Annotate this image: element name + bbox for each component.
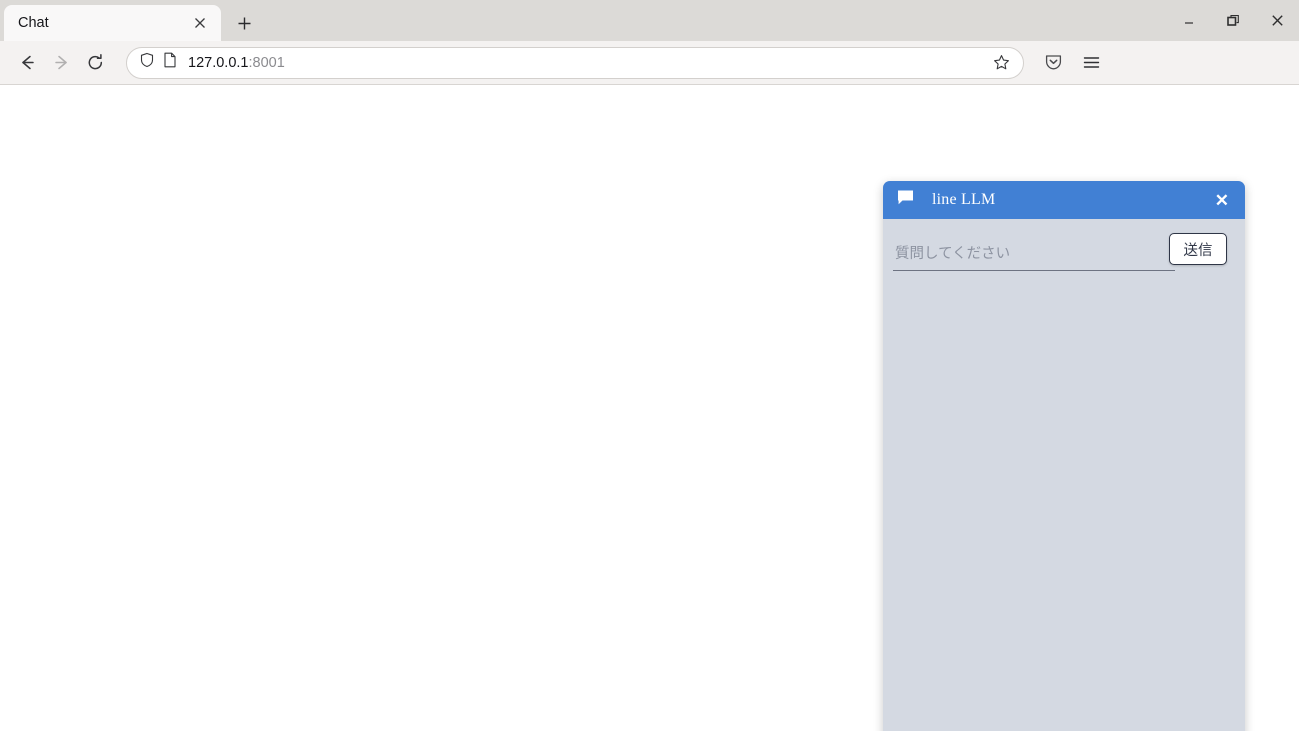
chat-widget-close-button[interactable]: ✕	[1213, 190, 1231, 211]
forward-button[interactable]	[44, 46, 78, 80]
browser-toolbar: 127.0.0.1:8001	[0, 41, 1299, 85]
chat-send-button[interactable]: 送信	[1169, 233, 1227, 265]
url-bar-icons	[139, 52, 177, 73]
toolbar-right-icons	[1036, 46, 1108, 80]
chat-widget-panel: line LLM ✕ 送信	[883, 181, 1245, 731]
page-content: line LLM ✕ 送信	[0, 85, 1299, 731]
star-icon[interactable]	[987, 49, 1015, 77]
url-host: 127.0.0.1	[188, 54, 249, 71]
chat-widget-header: line LLM ✕	[883, 181, 1245, 219]
window-close-button[interactable]	[1255, 0, 1299, 41]
url-text: 127.0.0.1:8001	[188, 55, 987, 71]
chat-message-list	[893, 271, 1227, 731]
pocket-icon[interactable]	[1036, 46, 1070, 80]
url-port: :8001	[248, 54, 285, 71]
browser-tab-chat[interactable]: Chat	[4, 5, 221, 41]
back-button[interactable]	[10, 46, 44, 80]
url-bar[interactable]: 127.0.0.1:8001	[126, 46, 1024, 79]
window-restore-button[interactable]	[1211, 0, 1255, 41]
chat-bubble-icon	[896, 189, 915, 212]
new-tab-button[interactable]	[229, 8, 259, 38]
reload-button[interactable]	[78, 46, 112, 80]
browser-window: Chat 127.0.0.1:8001 line LLM ✕ 質問してください …	[0, 0, 1299, 731]
chat-input-row: 送信	[893, 233, 1227, 271]
tab-strip: Chat	[0, 0, 1299, 41]
page-icon[interactable]	[163, 52, 177, 73]
chat-question-input[interactable]	[893, 241, 1175, 271]
chat-widget-title: line LLM	[932, 191, 996, 208]
chat-widget-body: 送信	[883, 219, 1245, 731]
tab-close-icon[interactable]	[189, 12, 211, 34]
window-controls	[1167, 0, 1299, 41]
shield-icon[interactable]	[139, 52, 155, 73]
tab-title: Chat	[18, 15, 49, 31]
hamburger-menu-icon[interactable]	[1074, 46, 1108, 80]
window-minimize-button[interactable]	[1167, 0, 1211, 41]
